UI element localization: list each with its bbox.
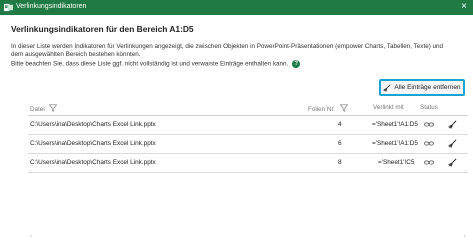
cell-verlinkt: ='Sheet1'!A1:D5 [372, 121, 418, 128]
horizontal-scrollbar[interactable]: ‹ › [28, 233, 468, 243]
description-line-3-text: Bitte beachten Sie, dass diese Liste ggf… [11, 60, 289, 68]
column-verlinkt: Verlinkt mit [373, 104, 404, 111]
scroll-left-icon[interactable]: ‹ [30, 233, 32, 240]
scroll-right-icon[interactable]: › [464, 233, 466, 240]
cell-datei: C:\Users\ina\Desktop\Charts Excel Link.p… [30, 159, 156, 166]
cell-folie: 6 [338, 140, 342, 147]
filter-icon[interactable] [339, 104, 349, 112]
powerpoint-icon [4, 3, 13, 12]
description: In dieser Liste werden Indikatoren für V… [11, 43, 466, 69]
window-title: Verlinkungsindikatoren [16, 3, 87, 10]
broom-icon[interactable] [448, 158, 457, 167]
broom-icon[interactable] [448, 139, 457, 148]
filter-icon[interactable] [49, 104, 58, 112]
description-line-3: Bitte beachten Sie, dass diese Liste ggf… [11, 59, 466, 69]
broom-icon[interactable] [448, 120, 457, 129]
broom-icon [383, 83, 391, 92]
remove-all-entries-label: Alle Einträge entfernen [394, 84, 461, 91]
row-divider [28, 172, 468, 173]
column-datei-label: Datei [30, 106, 45, 113]
cell-datei: C:\Users\ina\Desktop\Charts Excel Link.p… [30, 140, 156, 147]
description-line-2: dem ausgewählten Bereich bestehen könnte… [11, 51, 141, 59]
link-icon [424, 141, 434, 146]
table-row[interactable]: C:\Users\ina\Desktop\Charts Excel Link.p… [28, 154, 468, 172]
column-folien-label: Folien Nr. [308, 106, 335, 113]
help-icon[interactable]: ? [292, 59, 301, 68]
column-folien: Folien Nr. [308, 104, 349, 113]
cell-verlinkt: ='Sheet1'!A1:D5 [372, 140, 418, 147]
close-button[interactable]: × [461, 1, 467, 13]
cell-datei: C:\Users\ina\Desktop\Charts Excel Link.p… [30, 121, 156, 128]
cell-folie: 8 [338, 159, 342, 166]
link-icon [424, 122, 434, 127]
title-bar: Verlinkungsindikatoren × [0, 0, 473, 15]
cell-verlinkt: ='Sheet1'!C5 [378, 159, 415, 166]
description-line-1: In dieser Liste werden Indikatoren für V… [11, 43, 444, 50]
link-icon [424, 160, 434, 165]
table-row[interactable]: C:\Users\ina\Desktop\Charts Excel Link.p… [28, 116, 468, 134]
column-datei: Datei [30, 104, 58, 113]
cell-folie: 4 [338, 121, 342, 128]
column-status: Status [420, 104, 438, 111]
table-header: Datei Folien Nr. Verlinkt mit Status [28, 101, 468, 115]
dialog-heading: Verlinkungsindikatoren für den Bereich A… [11, 24, 194, 34]
table-row[interactable]: C:\Users\ina\Desktop\Charts Excel Link.p… [28, 135, 468, 153]
remove-all-entries-button[interactable]: Alle Einträge entfernen [379, 79, 465, 96]
